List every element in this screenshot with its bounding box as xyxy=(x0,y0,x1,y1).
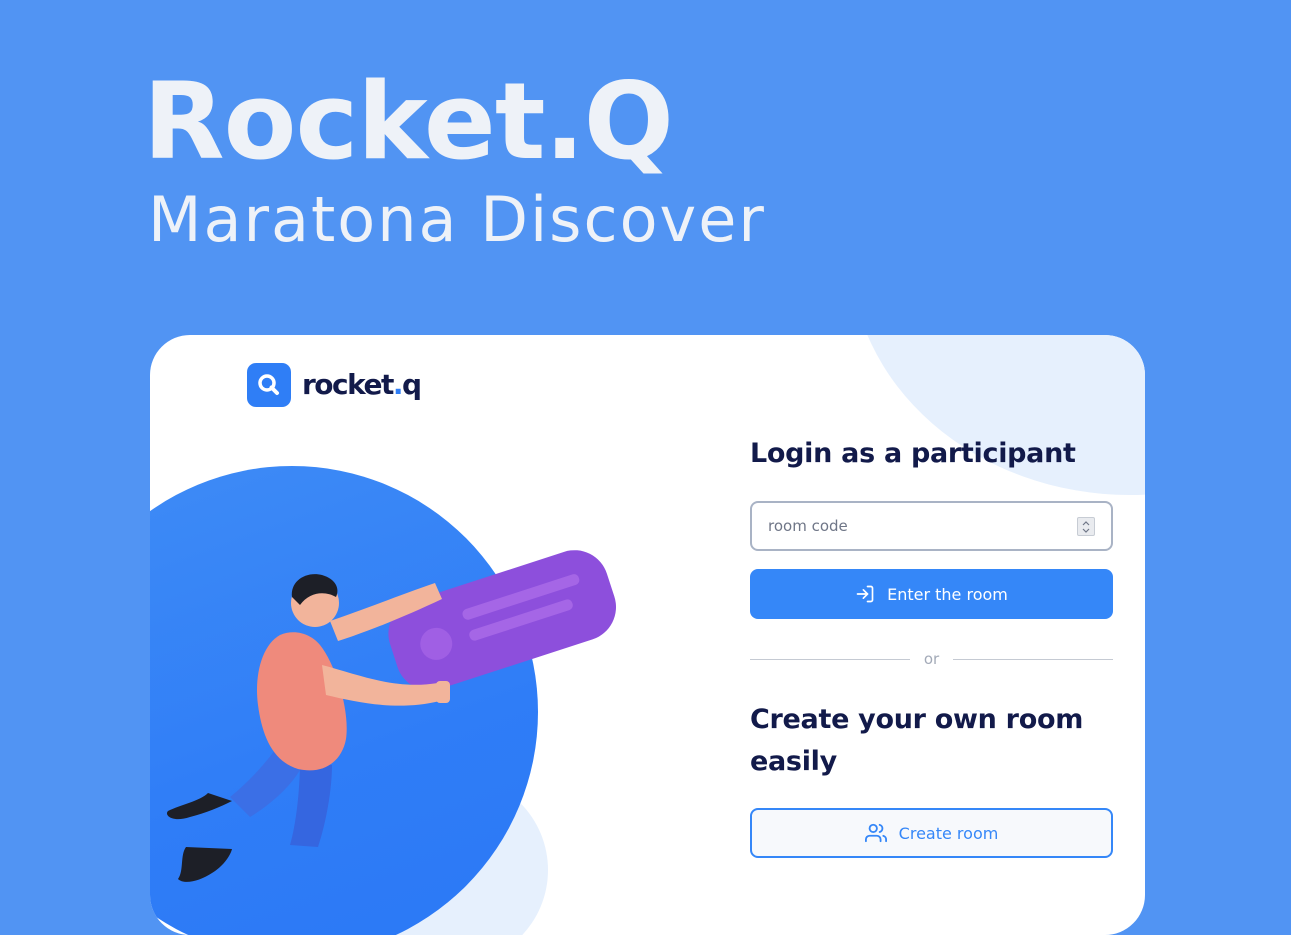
rocketq-logo-icon xyxy=(247,363,291,407)
create-room-heading: Create your own room easily xyxy=(750,704,1084,777)
or-divider: or xyxy=(750,649,1114,669)
hero-subtitle: Maratona Discover xyxy=(148,183,766,256)
log-in-icon xyxy=(855,584,875,604)
create-room-button[interactable]: Create room xyxy=(750,808,1113,858)
chevron-up-down-icon xyxy=(1082,520,1090,533)
number-spinner[interactable] xyxy=(1077,517,1095,536)
logo-wordmark: rocket.q xyxy=(302,368,422,401)
login-heading: Login as a participant xyxy=(750,438,1076,469)
person-holding-card-illustration xyxy=(166,550,617,882)
enter-room-label: Enter the room xyxy=(887,584,1008,604)
rocketq-logo: rocket.q xyxy=(247,363,422,407)
users-icon xyxy=(864,822,887,844)
hero-title: Rocket.Q xyxy=(143,60,674,183)
room-code-field[interactable] xyxy=(750,501,1113,551)
room-code-input[interactable] xyxy=(752,503,1068,549)
divider-label: or xyxy=(923,650,940,668)
enter-room-button[interactable]: Enter the room xyxy=(750,569,1113,619)
create-room-label: Create room xyxy=(898,823,999,843)
divider-line xyxy=(953,658,1114,660)
corner-decoration xyxy=(850,335,1145,495)
divider-line xyxy=(750,658,910,660)
login-card: rocket.q Login as a participant room cod… xyxy=(150,335,1145,935)
